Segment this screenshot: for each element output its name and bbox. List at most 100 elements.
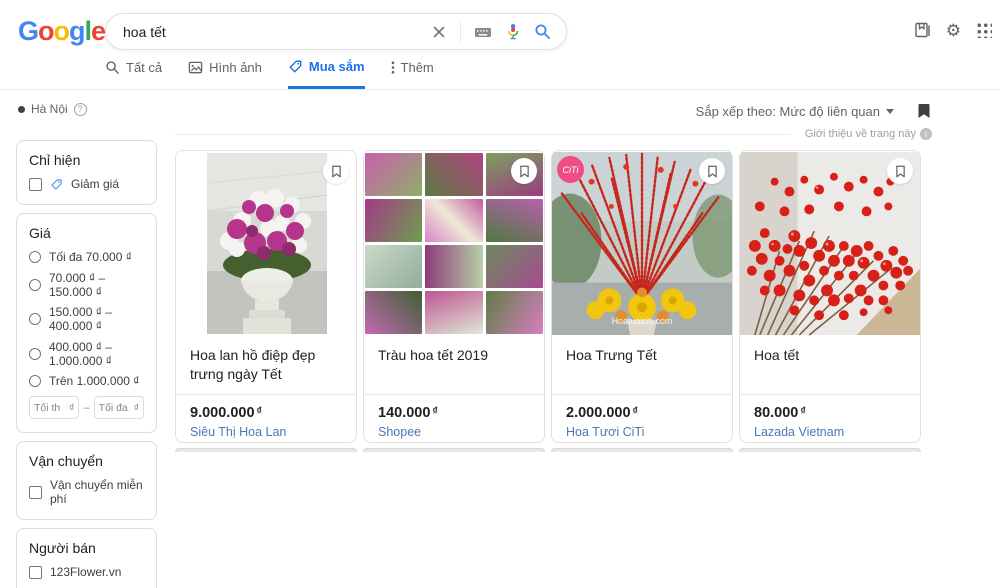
header: Google ⚙ — [0, 0, 1000, 62]
price-option[interactable]: 400.000 ₫ – 1.000.000 ₫ — [29, 340, 144, 368]
next-row-card-edge — [551, 448, 733, 452]
filter-option-label: Giảm giá — [71, 177, 120, 191]
tab-label: Mua sắm — [308, 58, 365, 74]
price-option[interactable]: 150.000 ₫ – 400.000 ₫ — [29, 305, 144, 333]
filter-option-label: Vận chuyển miễn phí — [50, 478, 143, 506]
product-seller-link[interactable]: Lazada Vietnam — [754, 425, 906, 439]
radio[interactable] — [29, 278, 41, 291]
price-option[interactable]: 70.000 ₫ – 150.000 ₫ — [29, 271, 144, 299]
location-label: Hà Nội — [31, 102, 68, 116]
filter-title: Người bán — [29, 540, 96, 556]
product-image[interactable] — [176, 151, 356, 336]
close-icon[interactable] — [431, 24, 447, 40]
radio[interactable] — [29, 313, 41, 325]
filter-title: Giá — [29, 225, 51, 241]
save-product-button[interactable] — [699, 158, 725, 184]
search-icon — [106, 61, 119, 74]
content-divider — [175, 133, 791, 135]
filter-option-discount[interactable]: Giảm giá — [29, 177, 144, 191]
max-price-placeholder: Tối đa — [98, 401, 128, 414]
sort-dropdown[interactable]: Sắp xếp theo: Mức độ liên quan — [696, 104, 894, 119]
min-price-input[interactable]: Tối th ₫ — [29, 396, 80, 419]
apps-grid-icon[interactable] — [976, 22, 992, 38]
currency-symbol: ₫ — [256, 405, 262, 417]
tab-all[interactable]: Tất cả — [105, 56, 162, 89]
sort-label: Sắp xếp theo: Mức độ liên quan — [695, 103, 880, 119]
checkbox[interactable] — [29, 177, 42, 191]
product-image[interactable]: Hoatuoiciti.com CiTi — [552, 151, 732, 336]
price-tag-icon — [51, 178, 62, 190]
save-product-button[interactable] — [323, 158, 349, 184]
filter-card-shipping: Vận chuyển Vận chuyển miễn phí — [16, 441, 157, 520]
search-icon[interactable] — [534, 23, 551, 40]
min-price-placeholder: Tối th — [34, 401, 61, 414]
next-row-card-edge — [363, 448, 545, 452]
tab-label: Thêm — [400, 60, 434, 75]
product-title[interactable]: Hoa lan hồ điệp đẹp trưng ngày Tết — [176, 336, 356, 384]
tab-shopping[interactable]: Mua sắm — [287, 56, 365, 89]
checkbox[interactable] — [29, 565, 42, 579]
price-option[interactable]: Tối đa 70.000 ₫ — [29, 250, 144, 264]
product-seller-link[interactable]: Hoa Tươi CiTi — [566, 425, 718, 439]
price-option[interactable]: Trên 1.000.000 ₫ — [29, 374, 144, 388]
range-separator: – — [83, 401, 90, 414]
logo-letter: e — [91, 16, 106, 46]
filter-option-free-shipping[interactable]: Vận chuyển miễn phí — [29, 478, 144, 506]
filter-card-price: Giá Tối đa 70.000 ₫ 70.000 ₫ – 150.000 ₫… — [16, 213, 157, 433]
logo-letter: g — [69, 16, 85, 46]
mic-icon[interactable] — [505, 23, 521, 40]
bookmark-icon — [895, 165, 905, 177]
price-option-label: Trên 1.000.000 ₫ — [49, 374, 140, 388]
save-product-button[interactable] — [887, 158, 913, 184]
filter-title: Chỉ hiện — [29, 152, 81, 168]
google-logo[interactable]: Google — [18, 16, 106, 47]
product-title[interactable]: Hoa tết — [740, 336, 920, 384]
filter-card-seller: Người bán 123Flower.vn — [16, 528, 157, 588]
currency-symbol: ₫ — [432, 405, 438, 417]
currency-symbol: ₫ — [800, 405, 806, 417]
currency-symbol: ₫ — [69, 401, 75, 414]
search-input[interactable] — [123, 23, 431, 40]
question-circle-icon[interactable]: ? — [73, 102, 87, 116]
filter-option-seller[interactable]: 123Flower.vn — [29, 565, 144, 579]
search-bar[interactable] — [105, 13, 567, 50]
gear-icon[interactable]: ⚙ — [946, 22, 961, 39]
radio[interactable] — [29, 347, 41, 360]
price-option-label: 70.000 ₫ – 150.000 ₫ — [49, 270, 106, 299]
product-seller-link[interactable]: Shopee — [378, 425, 530, 439]
svg-text:Hoatuoiciti.com: Hoatuoiciti.com — [612, 316, 673, 326]
product-price: 80.000 ₫ — [754, 405, 806, 421]
price-option-label: 150.000 ₫ – 400.000 ₫ — [49, 305, 112, 333]
logo-letter: o — [38, 16, 54, 46]
image-icon — [188, 61, 203, 74]
citi-brand-badge: CiTi — [557, 156, 584, 183]
radio[interactable] — [29, 375, 41, 387]
product-price: 140.000 ₫ — [378, 405, 438, 421]
save-product-button[interactable] — [511, 158, 537, 184]
product-title[interactable]: Hoa Trưng Tết — [552, 336, 732, 384]
keyboard-icon[interactable] — [474, 24, 492, 40]
result-tabs: Tất cả Hình ảnh Mua sắm Thêm — [105, 56, 434, 89]
checkbox[interactable] — [29, 485, 42, 499]
tab-label: Tất cả — [126, 60, 163, 75]
radio[interactable] — [29, 251, 41, 263]
bookmark-filled-icon[interactable] — [916, 102, 932, 120]
product-image[interactable] — [364, 151, 544, 336]
next-row-card-edge — [175, 448, 357, 452]
logo-letter: G — [18, 16, 39, 46]
tab-more[interactable]: Thêm — [391, 56, 434, 89]
tab-images[interactable]: Hình ảnh — [188, 56, 262, 89]
product-title[interactable]: Tràu hoa tết 2019 — [364, 336, 544, 384]
product-card[interactable]: Tràu hoa tết 2019 140.000₫ Shopee 0 ₫ gi… — [363, 150, 545, 443]
saved-collections-icon[interactable] — [913, 21, 931, 39]
product-card[interactable]: Hoa tết 80.000₫ Lazada Vietnam Giao hàng… — [739, 150, 921, 443]
product-image[interactable] — [740, 151, 920, 336]
more-vertical-icon — [391, 61, 394, 74]
product-seller-link[interactable]: Siêu Thị Hoa Lan — [190, 425, 342, 439]
filter-option-label: 123Flower.vn — [50, 565, 122, 579]
filter-title: Vận chuyển — [29, 453, 103, 469]
product-card[interactable]: Hoa lan hồ điệp đẹp trưng ngày Tết 9.000… — [175, 150, 357, 443]
max-price-input[interactable]: Tối đa ₫ — [93, 396, 144, 419]
about-this-page-link[interactable]: Giới thiệu về trang này i — [805, 128, 932, 140]
product-card[interactable]: Hoatuoiciti.com CiTi Hoa Trưng Tết 2.000… — [551, 150, 733, 443]
